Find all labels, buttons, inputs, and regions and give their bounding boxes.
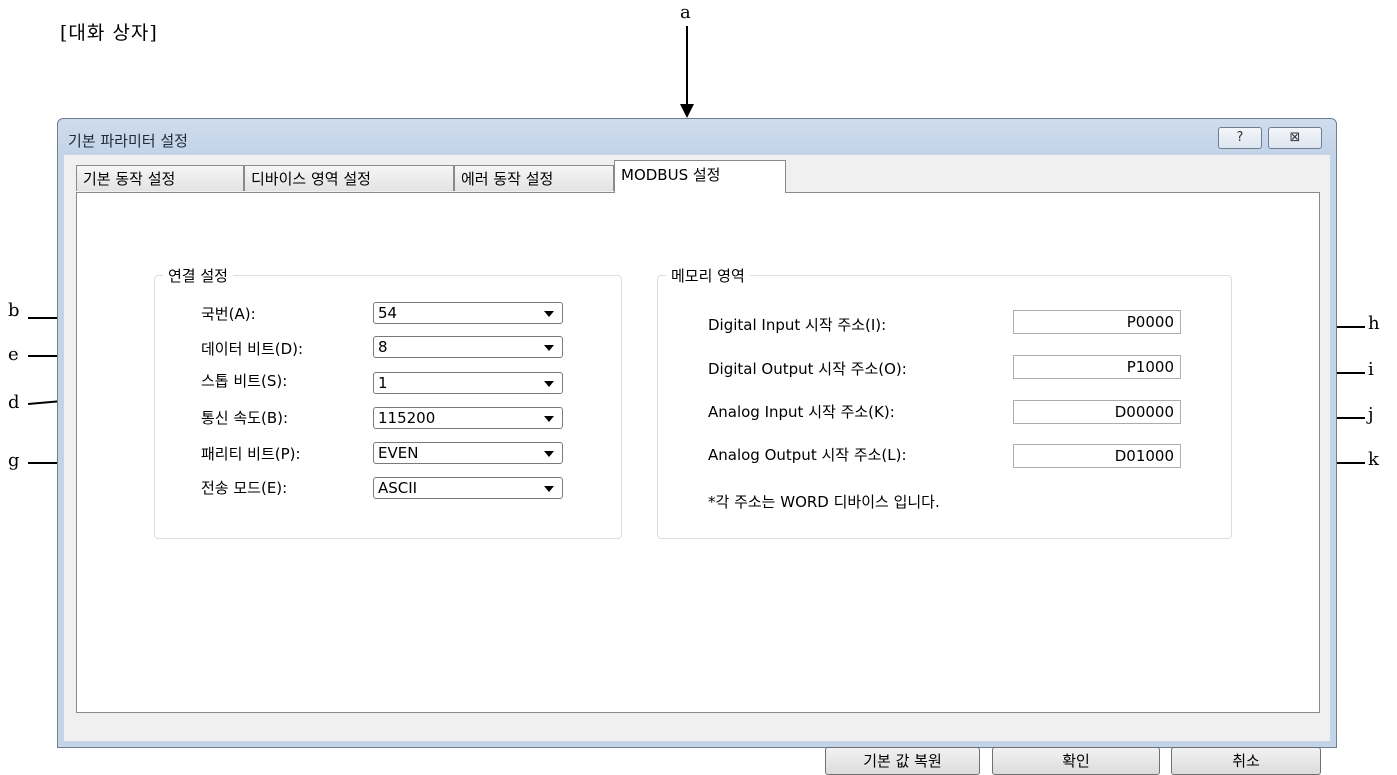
callout-a-label: a [680,2,691,23]
chevron-down-icon [544,486,554,492]
dialog-title: 기본 파라미터 설정 [68,132,188,150]
callout-i-label: i [1368,359,1374,380]
callout-h-label: h [1368,313,1380,334]
chevron-down-icon [544,381,554,387]
digital-input-label: Digital Input 시작 주소(I): [708,316,887,334]
ok-button[interactable]: 확인 [992,747,1160,775]
analog-output-field[interactable]: D01000 [1013,444,1181,468]
analog-input-field[interactable]: D00000 [1013,400,1181,424]
station-label: 국번(A): [201,305,256,323]
chevron-down-icon [544,311,554,317]
mode-select[interactable]: ASCII [373,477,563,499]
digital-output-field[interactable]: P1000 [1013,355,1181,379]
memory-area-group: 메모리 영역 Digital Input 시작 주소(I): P0000 Dig… [657,265,1232,539]
callout-a-arrow [680,26,694,118]
station-value: 54 [378,304,398,322]
close-icon: ⊠ [1289,130,1301,145]
parity-select[interactable]: EVEN [373,442,563,464]
close-button[interactable]: ⊠ [1268,127,1322,149]
callout-j-label: j [1368,404,1374,425]
chevron-down-icon [544,345,554,351]
mode-value: ASCII [378,479,418,497]
tab-basic-operation[interactable]: 기본 동작 설정 [76,165,244,191]
parity-label: 패리티 비트(P): [201,445,301,463]
chevron-down-icon [544,416,554,422]
modbus-tab-panel: 연결 설정 국번(A): 54 데이터 비트(D): 8 스톱 비트(S): 1… [76,192,1320,713]
tab-modbus[interactable]: MODBUS 설정 [614,160,786,193]
mode-label: 전송 모드(E): [201,479,288,497]
tab-error-operation[interactable]: 에러 동작 설정 [454,165,614,191]
callout-g-label: g [8,450,20,471]
parity-value: EVEN [378,444,419,462]
databits-value: 8 [378,338,388,356]
restore-defaults-button[interactable]: 기본 값 복원 [825,747,980,775]
digital-output-label: Digital Output 시작 주소(O): [708,360,907,378]
digital-input-field[interactable]: P0000 [1013,310,1181,334]
help-button[interactable]: ? [1218,127,1262,149]
connection-settings-group: 연결 설정 국번(A): 54 데이터 비트(D): 8 스톱 비트(S): 1… [154,265,622,539]
figure-caption: [대화 상자] [60,22,158,44]
chevron-down-icon [544,451,554,457]
callout-k-label: k [1368,449,1379,470]
tab-device-area[interactable]: 디바이스 영역 설정 [244,165,454,191]
baud-label: 통신 속도(B): [201,409,289,427]
station-select[interactable]: 54 [373,302,563,324]
dialog-window: 기본 파라미터 설정 ? ⊠ 기본 동작 설정 디바이스 영역 설정 에러 동작… [57,118,1337,775]
cancel-button[interactable]: 취소 [1171,747,1321,775]
address-note: *각 주소는 WORD 디바이스 입니다. [708,493,940,511]
baud-value: 115200 [378,409,436,427]
callout-e-label: e [8,344,19,365]
databits-label: 데이터 비트(D): [201,340,304,358]
memory-area-title: 메모리 영역 [666,265,750,286]
stopbits-label: 스톱 비트(S): [201,372,288,390]
analog-input-label: Analog Input 시작 주소(K): [708,403,895,421]
databits-select[interactable]: 8 [373,336,563,358]
analog-output-label: Analog Output 시작 주소(L): [708,446,907,464]
connection-settings-title: 연결 설정 [163,265,233,286]
callout-d-label: d [8,392,20,413]
title-bar[interactable]: 기본 파라미터 설정 ? ⊠ [58,119,1336,155]
callout-b-label: b [8,300,20,321]
stopbits-value: 1 [378,374,388,392]
question-icon: ? [1236,130,1244,145]
baud-select[interactable]: 115200 [373,407,563,429]
dialog-client-area: 기본 동작 설정 디바이스 영역 설정 에러 동작 설정 MODBUS 설정 연… [64,155,1330,775]
stopbits-select[interactable]: 1 [373,372,563,394]
